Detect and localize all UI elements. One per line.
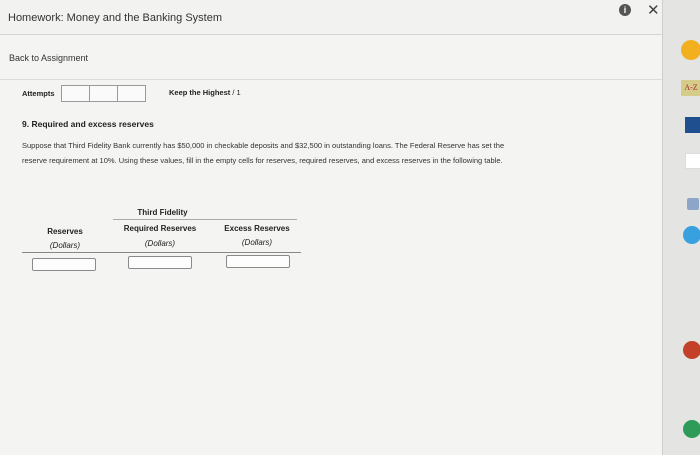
assignment-nav: Back to Assignment (0, 35, 662, 80)
attempt-box-3 (117, 85, 146, 102)
attempt-box-1 (61, 85, 90, 102)
window-title: Homework: Money and the Banking System (8, 12, 222, 24)
blue-circle-icon[interactable] (683, 226, 700, 244)
homework-window: Homework: Money and the Banking System i… (0, 0, 662, 455)
excess-reserves-unit: (Dollars) (241, 238, 273, 247)
required-reserves-header: Required Reserves (123, 224, 197, 233)
browser-sidebar: A-Z (662, 0, 700, 455)
table-divider (22, 252, 301, 253)
excess-reserves-input[interactable] (226, 255, 290, 268)
keep-highest-label: Keep the Highest / 1 (169, 88, 241, 97)
question-text: Suppose that Third Fidelity Bank current… (22, 138, 657, 168)
attempts-label: Attempts (22, 89, 55, 98)
blue-block-icon[interactable] (685, 117, 700, 133)
score-text: / 1 (232, 88, 241, 97)
reserves-unit: (Dollars) (49, 241, 81, 250)
reserves-input[interactable] (32, 258, 96, 271)
attempt-box-2 (89, 85, 118, 102)
green-icon[interactable] (683, 420, 700, 438)
question-title: 9. Required and excess reserves (22, 119, 154, 129)
back-to-assignment-link[interactable]: Back to Assignment (9, 53, 88, 63)
excess-reserves-header: Excess Reserves (224, 224, 290, 233)
red-icon[interactable] (683, 341, 700, 359)
info-icon[interactable]: i (619, 4, 631, 16)
close-icon[interactable]: ✕ (647, 1, 660, 19)
header-divider (113, 219, 297, 220)
bank-name-header: Third Fidelity (137, 208, 188, 217)
bookmark-icon[interactable] (687, 198, 699, 210)
note-icon[interactable] (685, 153, 700, 169)
a-z-icon[interactable]: A-Z (681, 80, 700, 96)
title-bar: Homework: Money and the Banking System i… (0, 0, 662, 35)
question-line-1: Suppose that Third Fidelity Bank current… (22, 141, 505, 150)
keep-highest-text: Keep the Highest (169, 88, 231, 97)
question-line-2: reserve requirement at 10%. Using these … (22, 156, 503, 165)
required-reserves-unit: (Dollars) (144, 239, 176, 248)
reserves-header: Reserves (47, 227, 83, 236)
required-reserves-input[interactable] (128, 256, 192, 269)
rss-icon[interactable] (681, 40, 700, 60)
